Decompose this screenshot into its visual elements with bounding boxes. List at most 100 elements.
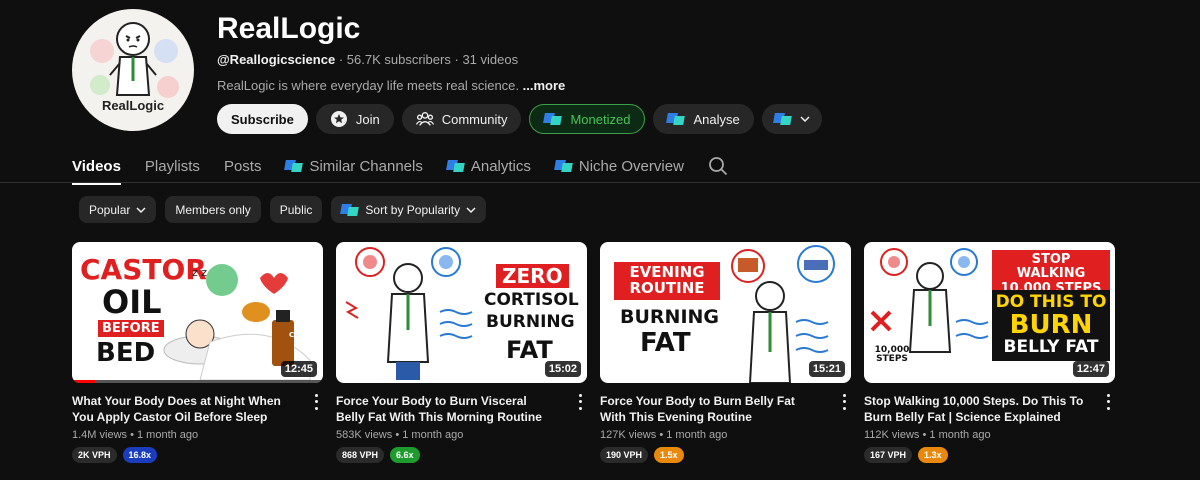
vidiq-logo-icon	[285, 159, 303, 173]
video-duration: 15:02	[544, 361, 581, 377]
star-badge-icon	[330, 111, 347, 127]
thumb-text-line: BELLY FAT	[1003, 337, 1099, 358]
vph-badge: 2K VPH	[72, 447, 117, 463]
members-only-chip[interactable]: Members only	[165, 196, 261, 223]
tab-label: Similar Channels	[309, 157, 423, 175]
tab-niche-overview[interactable]: Niche Overview	[555, 152, 684, 180]
join-label: Join	[355, 111, 380, 127]
more-options-icon[interactable]	[311, 392, 321, 412]
video-card[interactable]: ZERO CORTISOL BURNING FAT 15:02 Force Yo…	[336, 242, 587, 463]
video-thumbnail[interactable]: CASTOR OIL BEFORE BED z z Castor Oil 12:…	[72, 242, 323, 383]
monetized-button[interactable]: Monetized	[529, 104, 646, 134]
video-badges: 2K VPH 16.8x	[72, 447, 323, 463]
tab-similar-channels[interactable]: Similar Channels	[285, 152, 422, 180]
video-card[interactable]: EVENING ROUTINE BURNING FAT 15:21 Force …	[600, 242, 851, 463]
popular-label: Popular	[89, 202, 131, 217]
filter-bar: Popular Members only Public Sort by Popu…	[79, 196, 487, 223]
more-options-icon[interactable]	[839, 392, 849, 412]
outlier-ratio-badge: 1.5x	[654, 447, 684, 463]
video-badges: 868 VPH 6.6x	[336, 447, 587, 463]
thumb-text-line: OIL	[102, 283, 162, 321]
video-duration: 12:47	[1072, 361, 1109, 377]
video-thumbnail[interactable]: EVENING ROUTINE BURNING FAT 15:21	[600, 242, 851, 383]
channel-handle: @Reallogicscience	[217, 52, 336, 67]
thumb-text-line: BURNING	[620, 306, 720, 328]
tab-label: Posts	[223, 157, 262, 175]
community-button[interactable]: Community	[401, 104, 522, 134]
channel-meta: @Reallogicscience · 56.7K subscribers · …	[217, 52, 518, 67]
vidiq-logo-icon	[774, 112, 792, 126]
subscribe-button[interactable]: Subscribe	[217, 104, 308, 134]
tab-playlists[interactable]: Playlists	[145, 152, 200, 180]
community-label: Community	[441, 111, 508, 127]
analyse-button[interactable]: Analyse	[653, 104, 754, 134]
avatar-label: RealLogic	[101, 98, 165, 113]
sort-by-popularity-dropdown[interactable]: Sort by Popularity	[331, 196, 487, 223]
chevron-down-icon	[136, 206, 146, 213]
video-meta: 112K views • 1 month ago	[864, 429, 991, 441]
video-title[interactable]: What Your Body Does at Night When You Ap…	[72, 393, 294, 425]
outlier-ratio-badge: 6.6x	[390, 447, 420, 463]
thumb-text-line: FAT	[640, 328, 691, 358]
monetized-label: Monetized	[570, 111, 631, 127]
vidiq-logo-icon	[555, 159, 573, 173]
steps-text: STEPS	[876, 354, 908, 364]
more-options-icon[interactable]	[1103, 392, 1113, 412]
extension-menu-button[interactable]	[761, 104, 822, 134]
meta-separator: ·	[454, 52, 459, 67]
video-meta: 1.4M views • 1 month ago	[72, 429, 199, 441]
view-count: 583K views	[336, 429, 393, 441]
more-link[interactable]: ...more	[523, 78, 566, 93]
thumb-text-line: BURN	[1009, 309, 1093, 340]
upload-age: 1 month ago	[929, 429, 991, 441]
popular-dropdown[interactable]: Popular	[79, 196, 157, 223]
video-card[interactable]: 10,000 STEPS STOP WALKING 10,000 STEPS D…	[864, 242, 1115, 463]
more-options-icon[interactable]	[575, 392, 585, 412]
chevron-down-icon	[800, 116, 810, 123]
join-button[interactable]: Join	[315, 104, 394, 134]
thumb-text-block: EVENING ROUTINE	[614, 262, 720, 300]
upload-age: 1 month ago	[137, 429, 199, 441]
video-title[interactable]: Force Your Body to Burn Visceral Belly F…	[336, 393, 558, 425]
tab-label: Videos	[72, 157, 121, 175]
tab-analytics[interactable]: Analytics	[447, 152, 531, 180]
tab-videos[interactable]: Videos	[72, 152, 121, 185]
channel-title: RealLogic	[217, 12, 361, 45]
vidiq-logo-icon	[667, 112, 685, 126]
view-count: 127K views	[600, 429, 657, 441]
video-count: 31 videos	[462, 52, 519, 67]
upload-age: 1 month ago	[666, 429, 728, 441]
video-badges: 190 VPH 1.5x	[600, 447, 851, 463]
thumb-text-line: BEFORE	[98, 320, 164, 337]
outlier-ratio-badge: 16.8x	[122, 447, 158, 463]
public-chip[interactable]: Public	[269, 196, 323, 223]
tab-posts[interactable]: Posts	[224, 152, 262, 180]
channel-avatar[interactable]: RealLogic	[72, 9, 194, 131]
video-title[interactable]: Stop Walking 10,000 Steps. Do This To Bu…	[864, 393, 1086, 425]
video-card[interactable]: CASTOR OIL BEFORE BED z z Castor Oil 12:…	[72, 242, 323, 463]
upload-age: 1 month ago	[402, 429, 464, 441]
meta-separator: ·	[338, 52, 344, 67]
video-meta: 127K views • 1 month ago	[600, 429, 728, 441]
thumb-text-line: ROUTINE	[629, 278, 705, 297]
vidiq-logo-icon	[544, 112, 562, 126]
channel-description[interactable]: RealLogic is where everyday life meets r…	[217, 78, 565, 93]
video-thumbnail[interactable]: 10,000 STEPS STOP WALKING 10,000 STEPS D…	[864, 242, 1115, 383]
thumb-text-line: CORTISOL	[484, 290, 579, 310]
bottle-label: Castor Oil	[289, 331, 315, 346]
search-icon[interactable]	[708, 156, 728, 176]
tabs-divider	[0, 182, 1200, 183]
people-icon	[415, 112, 434, 126]
view-count: 1.4M views	[72, 429, 128, 441]
video-badges: 167 VPH 1.3x	[864, 447, 1115, 463]
video-title[interactable]: Force Your Body to Burn Belly Fat With T…	[600, 393, 822, 425]
channel-tabs: Videos Playlists Posts Similar Channels …	[72, 152, 728, 185]
tab-label: Playlists	[144, 157, 200, 175]
thumb-text-line: FAT	[506, 336, 553, 364]
tab-label: Analytics	[470, 157, 531, 175]
video-thumbnail[interactable]: ZERO CORTISOL BURNING FAT 15:02	[336, 242, 587, 383]
vph-badge: 868 VPH	[336, 447, 385, 463]
subscriber-count: 56.7K subscribers	[346, 52, 451, 67]
watch-progress	[72, 380, 95, 383]
vph-badge: 190 VPH	[600, 447, 649, 463]
